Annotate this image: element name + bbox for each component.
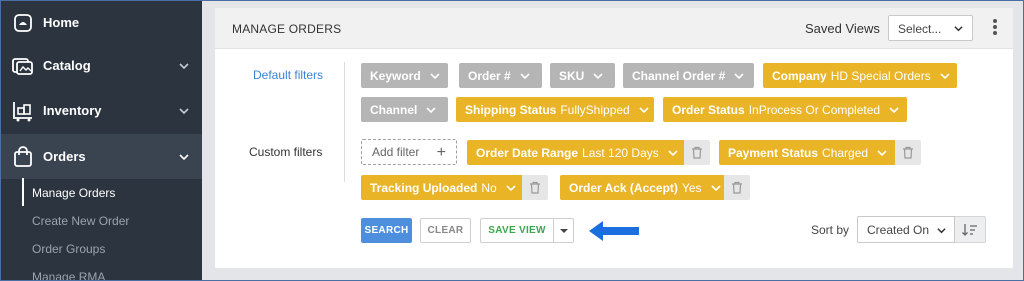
chip-value: No	[481, 180, 497, 195]
chip-label: Order Ack (Accept)	[569, 180, 678, 195]
chip-label: Order Date Range	[476, 145, 579, 160]
chevron-down-icon	[668, 149, 678, 156]
chevron-down-icon	[520, 72, 530, 79]
filter-chip-keyword[interactable]: Keyword	[361, 63, 448, 88]
chip-value: InProcess Or Completed	[748, 102, 881, 117]
sidebar-item-orders[interactable]: Orders	[0, 134, 202, 179]
chip-label: SKU	[559, 68, 585, 83]
filter-chip-channel[interactable]: Channel	[361, 97, 448, 122]
saved-views-label: Saved Views	[805, 21, 880, 36]
sort-by-label: Sort by	[811, 223, 850, 237]
trash-icon[interactable]	[895, 140, 921, 165]
trash-icon[interactable]	[724, 175, 750, 200]
save-view-dropdown-button[interactable]	[553, 218, 574, 243]
arrow-left-icon	[589, 221, 639, 241]
sidebar-item-label: Home	[43, 15, 80, 30]
chevron-down-icon	[639, 106, 649, 113]
search-button[interactable]: SEARCH	[361, 218, 412, 243]
filter-chip-company[interactable]: Company HD Special Orders	[763, 63, 957, 88]
add-filter-label: Add filter	[372, 145, 420, 159]
chip-label: Company	[772, 68, 827, 83]
caret-down-icon	[559, 228, 568, 233]
chip-label: Payment Status	[728, 145, 819, 160]
sidebar-subitem-create-new-order[interactable]: Create New Order	[32, 214, 129, 228]
chip-label: Order Status	[672, 102, 745, 117]
add-filter-button[interactable]: Add filter +	[361, 139, 457, 165]
sidebar-item-label: Orders	[43, 149, 86, 164]
chevron-down-icon	[179, 62, 189, 69]
chevron-down-icon	[877, 149, 887, 156]
more-options-icon[interactable]	[991, 19, 999, 37]
plus-icon: +	[436, 144, 446, 161]
filter-chip-order-ack[interactable]: Order Ack (Accept) Yes	[560, 175, 724, 200]
chip-label: Shipping Status	[465, 102, 557, 117]
chevron-down-icon	[179, 153, 189, 160]
chip-value: FullyShipped	[560, 102, 630, 117]
filter-chip-order-date-range[interactable]: Order Date Range Last 120 Days	[467, 140, 684, 165]
chevron-down-icon	[710, 184, 721, 191]
filter-chip-shipping-status[interactable]: Shipping Status FullyShipped	[456, 97, 654, 122]
chevron-down-icon	[734, 72, 744, 79]
chip-label: Channel Order #	[632, 68, 726, 83]
active-indicator	[22, 178, 24, 206]
chevron-down-icon	[179, 107, 189, 114]
chip-label: Channel	[370, 102, 418, 117]
trash-icon[interactable]	[684, 140, 710, 165]
chevron-down-icon	[430, 72, 440, 79]
filter-chip-order-status[interactable]: Order Status InProcess Or Completed	[663, 97, 907, 122]
home-icon	[12, 12, 34, 34]
orders-icon	[12, 145, 34, 168]
inventory-icon	[12, 100, 34, 122]
sidebar-item-inventory[interactable]: Inventory	[0, 88, 202, 133]
sort-direction-button[interactable]	[955, 216, 986, 243]
chip-label: Order #	[468, 68, 511, 83]
chevron-down-icon	[937, 228, 946, 234]
chip-value: Charged	[822, 145, 869, 160]
manage-orders-card: MANAGE ORDERS Saved Views Select... Defa…	[215, 8, 1013, 268]
sort-descending-icon	[962, 223, 977, 236]
catalog-icon	[12, 55, 34, 77]
custom-filters-label: Custom filters	[249, 145, 323, 159]
sidebar-item-home[interactable]: Home	[0, 0, 202, 45]
sidebar-item-label: Inventory	[43, 103, 102, 118]
chevron-down-icon	[940, 72, 950, 79]
sidebar-subitem-manage-rma[interactable]: Manage RMA	[32, 270, 105, 281]
chip-value: Last 120 Days	[582, 145, 659, 160]
sidebar-item-catalog[interactable]: Catalog	[0, 43, 202, 88]
sort-field-select[interactable]: Created On	[857, 216, 955, 243]
chip-label: Keyword	[370, 68, 421, 83]
sidebar-subitem-order-groups[interactable]: Order Groups	[32, 242, 105, 256]
clear-button[interactable]: CLEAR	[420, 218, 471, 243]
save-view-button[interactable]: SAVE VIEW	[480, 218, 554, 243]
sidebar: Home Catalog Inventory Orders Manage Ord…	[0, 0, 202, 281]
filter-chip-sku[interactable]: SKU	[550, 63, 615, 88]
chevron-down-icon	[889, 106, 899, 113]
chevron-down-icon	[506, 184, 516, 191]
page-title: MANAGE ORDERS	[232, 22, 342, 36]
chip-value: HD Special Orders	[830, 68, 931, 83]
chevron-down-icon	[426, 106, 436, 113]
trash-icon[interactable]	[522, 175, 548, 200]
sidebar-subitem-manage-orders[interactable]: Manage Orders	[32, 186, 115, 200]
filter-chip-tracking-uploaded[interactable]: Tracking Uploaded No	[361, 175, 522, 200]
filter-chip-order-number[interactable]: Order #	[459, 63, 542, 88]
saved-views-select[interactable]: Select...	[888, 15, 973, 41]
default-filters-label[interactable]: Default filters	[253, 68, 323, 82]
filter-chip-channel-order-number[interactable]: Channel Order #	[623, 63, 754, 88]
filter-chip-payment-status[interactable]: Payment Status Charged	[719, 140, 895, 165]
chevron-down-icon	[593, 72, 603, 79]
card-header: MANAGE ORDERS Saved Views Select...	[215, 8, 1013, 49]
saved-views-select-value: Select...	[898, 22, 942, 36]
chevron-down-icon	[954, 26, 963, 32]
sort-field-value: Created On	[867, 223, 930, 237]
chip-label: Tracking Uploaded	[370, 180, 478, 195]
filters-divider	[344, 62, 345, 182]
sidebar-item-label: Catalog	[43, 58, 91, 73]
chip-value: Yes	[681, 180, 702, 195]
